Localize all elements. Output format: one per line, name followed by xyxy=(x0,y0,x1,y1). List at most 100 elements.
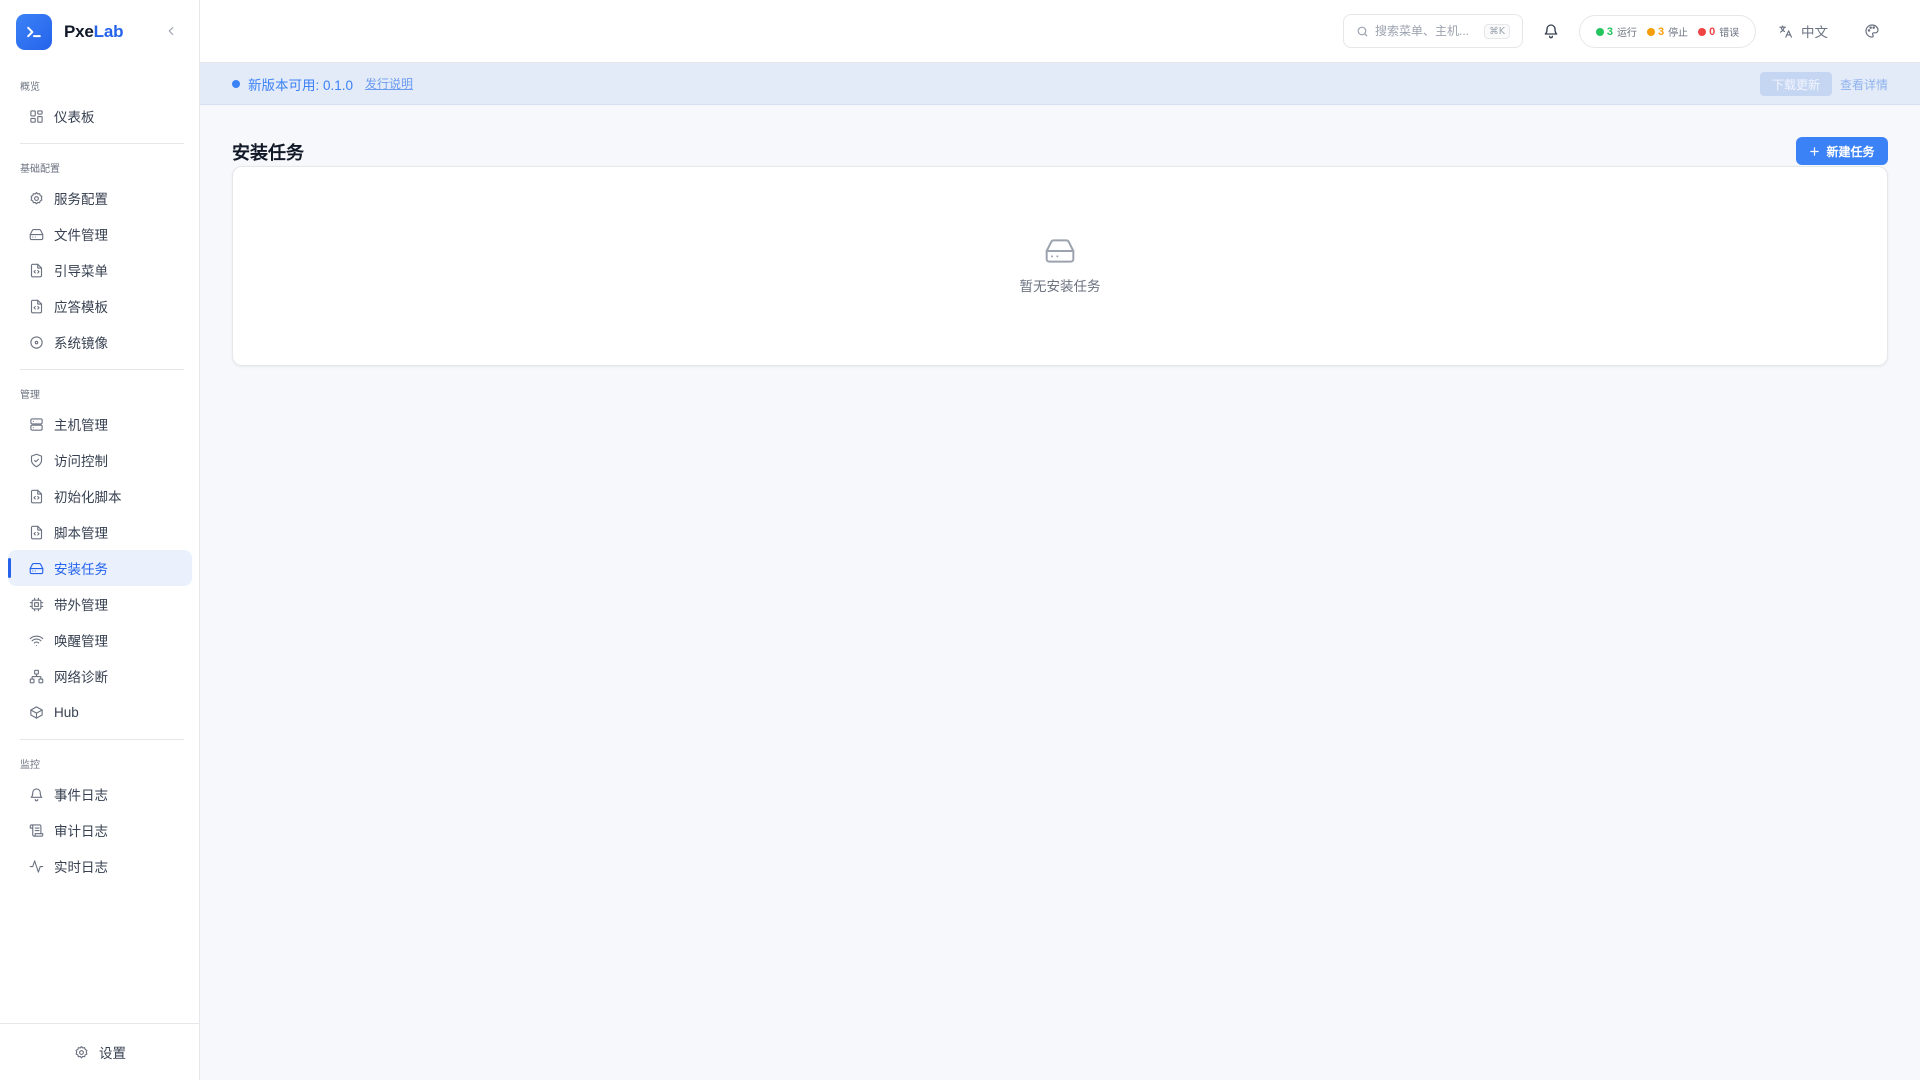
sidebar-item-label: 访问控制 xyxy=(54,454,108,469)
sidebar-item-network-2-7[interactable]: 网络诊断 xyxy=(8,658,192,694)
running-dot xyxy=(1595,27,1604,36)
code-file-icon xyxy=(28,488,44,504)
hard-drive-icon xyxy=(1044,235,1076,267)
cpu-icon xyxy=(28,596,44,612)
running-label: 运行 xyxy=(1616,28,1637,39)
nav-section-title: 管理 xyxy=(20,390,40,401)
sidebar-nav: 概览仪表板基础配置服务配置文件管理引导菜单应答模板系统镜像管理主机管理访问控制初… xyxy=(0,80,200,884)
search-box[interactable]: ⌘K xyxy=(1343,14,1523,48)
brand-name-accent: Lab xyxy=(93,22,124,41)
sidebar-item-hard-drive-1-1[interactable]: 文件管理 xyxy=(8,216,192,252)
update-banner-text: 新版本可用: 0.1.0 xyxy=(248,77,354,93)
translate-icon xyxy=(1778,24,1793,39)
settings-button[interactable]: 设置 xyxy=(0,1023,200,1080)
update-indicator-dot xyxy=(232,79,240,88)
bell-icon xyxy=(1543,23,1559,39)
search-input[interactable] xyxy=(1375,24,1485,38)
sidebar-item-shield-2-1[interactable]: 访问控制 xyxy=(8,442,192,478)
language-switch-button[interactable]: 中文 xyxy=(1778,18,1828,44)
nav-divider xyxy=(20,739,184,740)
sidebar-item-hard-drive-2-4[interactable]: 安装任务 xyxy=(8,550,192,586)
theme-button[interactable] xyxy=(1860,19,1884,43)
service-status-pill[interactable]: 3 运行 3 停止 0 错误 xyxy=(1579,15,1756,48)
scroll-icon xyxy=(28,822,44,838)
sidebar-item-label: Hub xyxy=(54,704,79,720)
sidebar-item-dashboard-0-0[interactable]: 仪表板 xyxy=(8,98,192,134)
gear-icon xyxy=(74,1045,89,1060)
topbar: ⌘K 3 运行 3 停止 0 错误 中文 xyxy=(200,0,1920,63)
sidebar-item-label: 仪表板 xyxy=(54,110,95,125)
sidebar-item-label: 带外管理 xyxy=(54,598,108,613)
code-file-icon xyxy=(28,298,44,314)
sidebar-item-label: 脚本管理 xyxy=(54,526,108,541)
stopped-count: 3 xyxy=(1657,25,1665,38)
sidebar-item-bell-3-0[interactable]: 事件日志 xyxy=(8,776,192,812)
sidebar-item-scroll-3-1[interactable]: 审计日志 xyxy=(8,812,192,848)
hard-drive-icon xyxy=(28,560,44,576)
sidebar-item-label: 系统镜像 xyxy=(54,336,108,351)
sidebar-item-label: 唤醒管理 xyxy=(54,634,108,649)
bell-icon xyxy=(28,786,44,802)
sidebar-item-label: 网络诊断 xyxy=(54,670,108,685)
brand[interactable]: PxeLab xyxy=(16,14,123,50)
code-file-icon xyxy=(28,262,44,278)
sidebar-item-gear-1-0[interactable]: 服务配置 xyxy=(8,180,192,216)
sidebar-item-code-file-2-2[interactable]: 初始化脚本 xyxy=(8,478,192,514)
sidebar-item-label: 安装任务 xyxy=(54,562,108,577)
nav-divider xyxy=(20,369,184,370)
error-label: 错误 xyxy=(1719,28,1740,39)
search-shortcut-badge: ⌘K xyxy=(1484,23,1510,39)
sidebar-item-code-file-1-3[interactable]: 应答模板 xyxy=(8,288,192,324)
view-details-link[interactable]: 查看详情 xyxy=(1840,72,1888,96)
sidebar-collapse-button[interactable] xyxy=(160,20,182,42)
error-dot xyxy=(1698,27,1707,36)
sidebar-item-code-file-2-3[interactable]: 脚本管理 xyxy=(8,514,192,550)
new-task-label: 新建任务 xyxy=(1826,144,1875,159)
brand-name: PxeLab xyxy=(64,22,123,42)
error-count: 0 xyxy=(1709,25,1716,38)
status-running: 3 运行 xyxy=(1595,24,1637,39)
terminal-logo-icon xyxy=(16,14,52,50)
sidebar-item-label: 引导菜单 xyxy=(54,264,108,279)
empty-state-text: 暂无安装任务 xyxy=(1019,279,1101,294)
package-icon xyxy=(28,704,44,720)
notifications-button[interactable] xyxy=(1539,19,1563,43)
sidebar-item-label: 服务配置 xyxy=(54,192,108,207)
stopped-dot xyxy=(1646,27,1655,36)
server-icon xyxy=(28,416,44,432)
brand-name-prefix: Pxe xyxy=(64,22,94,41)
chevron-left-icon xyxy=(164,24,178,38)
hard-drive-icon xyxy=(28,226,44,242)
sidebar-item-activity-3-2[interactable]: 实时日志 xyxy=(8,848,192,884)
tasks-panel: 暂无安装任务 xyxy=(232,166,1888,366)
sidebar-item-package-2-8[interactable]: Hub xyxy=(8,694,192,730)
sidebar-item-server-2-0[interactable]: 主机管理 xyxy=(8,406,192,442)
activity-icon xyxy=(28,858,44,874)
status-error: 0 错误 xyxy=(1698,24,1739,39)
page-title: 安装任务 xyxy=(232,143,304,163)
search-icon xyxy=(1356,25,1369,38)
language-label: 中文 xyxy=(1801,25,1828,40)
sidebar-item-cpu-2-5[interactable]: 带外管理 xyxy=(8,586,192,622)
sidebar-item-disc-1-4[interactable]: 系统镜像 xyxy=(8,324,192,360)
empty-state: 暂无安装任务 xyxy=(233,235,1887,295)
release-notes-link[interactable]: 发行说明 xyxy=(365,75,413,92)
sidebar-item-label: 事件日志 xyxy=(54,788,108,803)
sidebar-item-label: 文件管理 xyxy=(54,228,108,243)
nav-section-title: 基础配置 xyxy=(20,164,60,175)
palette-icon xyxy=(1864,23,1880,39)
nav-section-title: 监控 xyxy=(20,760,40,771)
sidebar-item-code-file-1-2[interactable]: 引导菜单 xyxy=(8,252,192,288)
code-file-icon xyxy=(28,524,44,540)
gear-icon xyxy=(28,190,44,206)
sidebar: PxeLab 概览仪表板基础配置服务配置文件管理引导菜单应答模板系统镜像管理主机… xyxy=(0,0,200,1080)
plus-icon xyxy=(1809,146,1820,157)
sidebar-item-wifi-2-6[interactable]: 唤醒管理 xyxy=(8,622,192,658)
wifi-icon xyxy=(28,632,44,648)
running-count: 3 xyxy=(1606,25,1613,38)
new-task-button[interactable]: 新建任务 xyxy=(1796,137,1888,165)
download-update-button[interactable]: 下载更新 xyxy=(1759,72,1832,96)
settings-label: 设置 xyxy=(99,1046,126,1061)
sidebar-item-label: 审计日志 xyxy=(54,824,108,839)
nav-section-title: 概览 xyxy=(20,82,40,93)
